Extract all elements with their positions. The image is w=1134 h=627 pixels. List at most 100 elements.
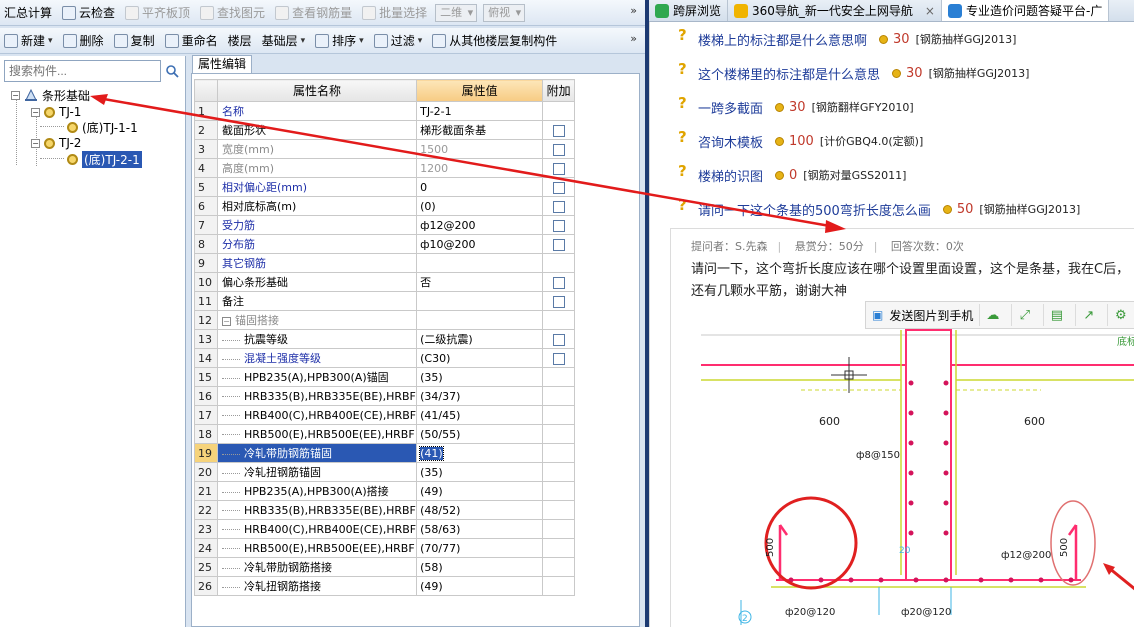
question-item[interactable]: 咨询木模板 100 [计价GBQ4.0(定额)] [698, 130, 923, 152]
tree-node-tj2[interactable]: − TJ-2 [31, 135, 81, 151]
toolbar-button[interactable]: 云检查 [60, 2, 117, 24]
tree-node-tj2-1[interactable]: (底)TJ-2-1 [67, 150, 142, 168]
property-row[interactable]: 8 分布筋 ф10@200 [194, 234, 576, 254]
question-title-link[interactable]: 咨询木模板 [698, 132, 763, 151]
extra-checkbox[interactable] [552, 238, 565, 251]
close-icon[interactable]: × [925, 4, 935, 18]
property-row[interactable]: 20 冷轧扭钢筋锚固 (35) [194, 462, 576, 482]
property-value[interactable]: (35) [416, 367, 544, 387]
property-value[interactable]: (35) [416, 462, 544, 482]
toolbar-button[interactable]: 新建 ▾ [2, 30, 55, 52]
property-row[interactable]: 21 HPB235(A),HPB300(A)搭接 (49) [194, 481, 576, 501]
extra-checkbox[interactable] [552, 181, 565, 194]
view-2d-select[interactable]: 二维 [435, 3, 478, 22]
property-row[interactable]: 24 HRB500(E),HRB500E(EE),HRBF (70/77) [194, 538, 576, 558]
toolbar-button[interactable]: 汇总计算 [2, 2, 54, 24]
property-row[interactable]: 19 冷轧带肋钢筋锚固 (41) [194, 443, 576, 463]
toolbar-button[interactable]: 复制 [112, 30, 157, 52]
extra-checkbox[interactable] [552, 276, 565, 289]
property-value[interactable]: ф12@200 [416, 215, 544, 235]
property-value[interactable]: (二级抗震) [416, 329, 544, 349]
extra-checkbox[interactable] [552, 162, 565, 175]
tab-property-editor[interactable]: 属性编辑 [192, 55, 252, 73]
property-row[interactable]: 9 其它钢筋 [194, 253, 576, 273]
property-value[interactable] [416, 291, 544, 311]
property-row[interactable]: 25 冷轧带肋钢筋搭接 (58) [194, 557, 576, 577]
browser-tab[interactable]: 专业造价问题答疑平台-广 [941, 0, 1110, 21]
question-title-link[interactable]: 这个楼梯里的标注都是什么意思 [698, 64, 880, 83]
collapse-icon[interactable]: − [31, 107, 40, 117]
property-value[interactable]: 否 [416, 272, 544, 292]
property-value[interactable]: (41) [416, 443, 544, 463]
property-row[interactable]: 6 相对底标高(m) (0) [194, 196, 576, 216]
toolbar-button[interactable]: 查看钢筋量 [273, 2, 354, 24]
question-item[interactable]: 楼梯的识图 0 [钢筋对量GSS2011] [698, 164, 906, 186]
more-icon[interactable]: » [630, 32, 637, 45]
send-to-phone-icon[interactable]: ▣ [872, 308, 883, 322]
share-icon[interactable]: ↗ [1075, 304, 1101, 326]
property-value[interactable]: 梯形截面条基 [416, 120, 544, 140]
send-to-phone-button[interactable]: 发送图片到手机 [889, 307, 973, 324]
extra-checkbox[interactable] [552, 295, 565, 308]
dropdown-arrow-icon[interactable]: ▾ [301, 36, 306, 46]
browser-tab[interactable]: 360导航_新一代安全上网导航 × [728, 0, 942, 21]
property-row[interactable]: 17 HRB400(C),HRB400E(CE),HRBF (41/45) [194, 405, 576, 425]
collapse-icon[interactable]: − [31, 138, 40, 148]
property-value[interactable]: (70/77) [416, 538, 544, 558]
tree-root[interactable]: − 条形基础 [11, 87, 90, 103]
extra-checkbox[interactable] [552, 143, 565, 156]
extra-checkbox[interactable] [552, 352, 565, 365]
question-title-link[interactable]: 一跨多截面 [698, 98, 763, 117]
cloud-icon[interactable]: ☁ [979, 304, 1005, 326]
property-value[interactable]: 0 [416, 177, 544, 197]
property-value[interactable]: (C30) [416, 348, 544, 368]
property-row[interactable]: 23 HRB400(C),HRB400E(CE),HRBF (58/63) [194, 519, 576, 539]
toolbar-button[interactable]: 从其他楼层复制构件 [430, 30, 559, 52]
extra-checkbox[interactable] [552, 333, 565, 346]
view-top-select[interactable]: 俯视 [483, 3, 526, 22]
collapse-icon[interactable]: − [222, 316, 231, 326]
property-value[interactable]: (34/37) [416, 386, 544, 406]
toolbar-button[interactable]: 平齐板顶 [123, 2, 192, 24]
property-value[interactable]: (58) [416, 557, 544, 577]
property-value[interactable]: ф10@200 [416, 234, 544, 254]
toolbar-button[interactable]: 查找图元 [198, 2, 267, 24]
property-row[interactable]: 4 高度(mm) 1200 [194, 158, 576, 178]
property-row[interactable]: 1 名称 TJ-2-1 [194, 101, 576, 121]
toolbar-button[interactable]: 删除 [61, 30, 106, 52]
dropdown-arrow-icon[interactable]: ▾ [48, 36, 53, 46]
property-value[interactable]: (50/55) [416, 424, 544, 444]
toolbar-button[interactable]: 过滤 ▾ [372, 30, 425, 52]
search-input[interactable] [4, 60, 161, 82]
search-icon[interactable] [163, 61, 181, 81]
browser-tab[interactable]: 跨屏浏览 [649, 0, 729, 21]
property-value[interactable]: (49) [416, 576, 544, 596]
toolbar-button[interactable]: 排序 ▾ [313, 30, 366, 52]
question-title-link[interactable]: 楼梯上的标注都是什么意思啊 [698, 30, 867, 49]
tree-node-tj1-1[interactable]: (底)TJ-1-1 [67, 119, 138, 135]
property-value[interactable] [416, 253, 544, 273]
save-icon[interactable]: ▤ [1043, 304, 1069, 326]
extra-checkbox[interactable] [552, 124, 565, 137]
property-value[interactable]: TJ-2-1 [416, 101, 544, 121]
property-value[interactable]: (0) [416, 196, 544, 216]
toolbar-button[interactable]: 楼层 [226, 30, 254, 52]
tree-node-tj1[interactable]: − TJ-1 [31, 104, 81, 120]
property-value[interactable]: (58/63) [416, 519, 544, 539]
property-row[interactable]: 10 偏心条形基础 否 [194, 272, 576, 292]
property-row[interactable]: 13 抗震等级 (二级抗震) [194, 329, 576, 349]
fullscreen-icon[interactable]: ⤢ [1011, 304, 1037, 326]
property-value[interactable]: 1500 [416, 139, 544, 159]
question-title-link[interactable]: 楼梯的识图 [698, 166, 763, 185]
property-row[interactable]: 18 HRB500(E),HRB500E(EE),HRBF (50/55) [194, 424, 576, 444]
property-row[interactable]: 26 冷轧扭钢筋搭接 (49) [194, 576, 576, 596]
property-value[interactable] [416, 310, 544, 330]
settings-icon[interactable]: ⚙ [1107, 304, 1133, 326]
more-icon[interactable]: » [630, 4, 637, 17]
toolbar-button[interactable]: 基础层 ▾ [260, 30, 308, 52]
property-row[interactable]: 7 受力筋 ф12@200 [194, 215, 576, 235]
property-row[interactable]: 22 HRB335(B),HRB335E(BE),HRBF (48/52) [194, 500, 576, 520]
toolbar-button[interactable]: 重命名 [163, 30, 220, 52]
question-title-link[interactable]: 请问一下这个条基的500弯折长度怎么画 [698, 200, 931, 219]
property-row[interactable]: 16 HRB335(B),HRB335E(BE),HRBF (34/37) [194, 386, 576, 406]
